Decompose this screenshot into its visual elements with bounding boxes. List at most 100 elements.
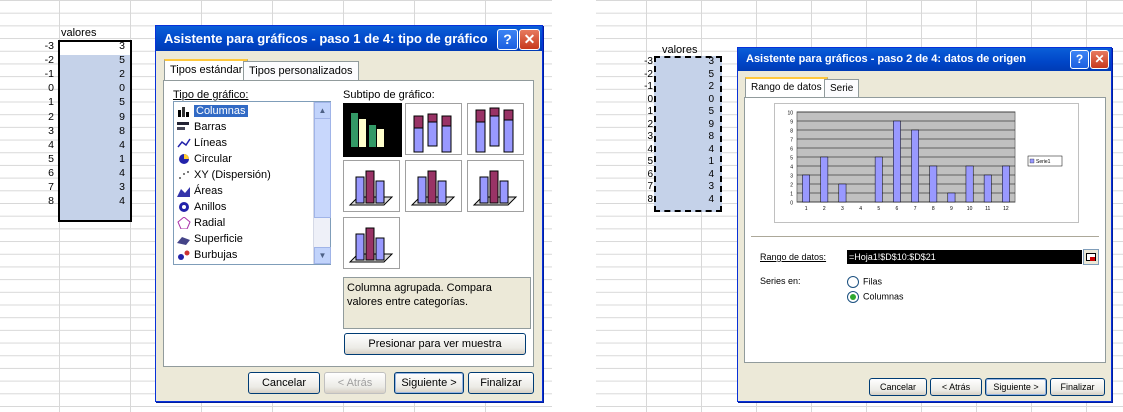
subtype-label: Subtipo de gráfico: (343, 89, 435, 101)
close-button[interactable]: ✕ (1090, 50, 1109, 69)
chart-type-item[interactable]: Barras (177, 120, 226, 135)
3d-column-icon[interactable] (343, 217, 400, 269)
cell-value[interactable]: 4 (684, 194, 714, 205)
tab-standard-types[interactable]: Tipos estándar (164, 59, 249, 81)
chart-type-label: Anillos (194, 201, 227, 213)
tab-data-range[interactable]: Rango de datos (745, 77, 828, 99)
cell-value[interactable]: 3 (684, 181, 714, 192)
pie-chart-icon (177, 153, 191, 165)
chart-type-item[interactable]: Líneas (177, 136, 227, 151)
tab-panel: Tipo de gráfico: Subtipo de gráfico: Col… (163, 80, 534, 367)
x-tick-label: 9 (950, 206, 953, 212)
bar (965, 165, 974, 203)
collapse-dialog-icon[interactable] (1083, 249, 1099, 265)
tab-custom-types[interactable]: Tipos personalizados (243, 61, 359, 80)
column-header-valores: valores (61, 27, 97, 39)
cancel-button[interactable]: Cancelar (869, 378, 927, 396)
subtype-description: Columna agrupada. Compara valores entre … (343, 277, 531, 329)
cell-value[interactable]: 4 (684, 169, 714, 180)
row-label: 1 (48, 96, 54, 109)
chart-type-item[interactable]: Superficie (177, 232, 243, 247)
cell-value[interactable]: 1 (95, 153, 125, 165)
cell-value[interactable]: 4 (95, 195, 125, 207)
y-tick-label: 7 (790, 138, 793, 144)
cell-value[interactable]: 3 (684, 56, 714, 67)
x-tick-label: 5 (877, 206, 880, 212)
chart-type-item[interactable]: XY (Dispersión) (177, 168, 271, 183)
doughnut-chart-icon (177, 201, 191, 213)
chart-type-item[interactable]: Áreas (177, 184, 223, 199)
chart-type-item[interactable]: Burbujas (177, 248, 237, 263)
cell-value[interactable]: 5 (684, 106, 714, 117)
cell-value[interactable]: 1 (684, 156, 714, 167)
chart-type-label: Superficie (194, 233, 243, 245)
tab-series[interactable]: Serie (824, 79, 860, 98)
preview-button[interactable]: Presionar para ver muestra (344, 333, 526, 355)
100-stacked-column-icon[interactable] (467, 103, 524, 155)
chart-type-item[interactable]: Anillos (177, 200, 226, 215)
range-label: Rango de datos: (760, 252, 827, 262)
y-tick-label: 8 (790, 129, 793, 135)
separator (552, 0, 596, 412)
cell-value[interactable]: 9 (684, 119, 714, 130)
radio-columns[interactable] (847, 291, 859, 303)
bar (820, 156, 829, 203)
chart-type-item[interactable]: Circular (177, 152, 232, 167)
scroll-thumb[interactable] (314, 118, 331, 218)
radio-rows[interactable] (847, 276, 859, 288)
option-rows-label: Filas (863, 276, 883, 287)
finish-button[interactable]: Finalizar (468, 372, 534, 394)
option-columns-label: Columnas (863, 291, 904, 302)
column-chart: 0123456789101 2 3 4 5 6 7 8 9 10 11 12Serie1 (787, 111, 1063, 212)
cell-value[interactable]: 5 (684, 69, 714, 80)
cell-value[interactable]: 4 (95, 167, 125, 179)
cell-value[interactable]: 4 (95, 139, 125, 151)
cell-value[interactable]: 2 (95, 68, 125, 80)
back-button[interactable]: < Atrás (930, 378, 982, 396)
scroll-up-icon[interactable]: ▲ (314, 102, 331, 119)
cell-value[interactable]: 5 (95, 96, 125, 108)
close-button[interactable]: ✕ (519, 29, 540, 50)
bar (1002, 165, 1010, 203)
3d-100-stacked-column-icon[interactable] (467, 160, 524, 212)
range-input[interactable]: =Hoja1!$D$10:$D$21 (847, 250, 1082, 264)
cell-value[interactable]: 2 (684, 81, 714, 92)
option-rows[interactable]: Filas (847, 276, 882, 288)
stacked-column-icon[interactable] (405, 103, 462, 155)
title-bar: Asistente para gráficos - paso 2 de 4: d… (738, 48, 1111, 71)
cell-value[interactable]: 8 (684, 131, 714, 142)
scroll-down-icon[interactable]: ▼ (314, 247, 331, 264)
bar (929, 165, 938, 203)
chart-wizard-step2: Asistente para gráficos - paso 2 de 4: d… (737, 47, 1112, 402)
chart-type-item[interactable]: Columnas (177, 104, 248, 119)
line-chart-icon (177, 137, 191, 149)
3d-stacked-column-icon[interactable] (405, 160, 462, 212)
finish-button[interactable]: Finalizar (1050, 378, 1105, 396)
cell-value[interactable]: 0 (684, 94, 714, 105)
row-label: 3 (48, 124, 54, 137)
chart-type-item[interactable]: Radial (177, 216, 225, 231)
next-button[interactable]: Siguiente > (985, 378, 1047, 396)
chart-type-label: Líneas (194, 137, 228, 149)
row-label: 2 (48, 110, 54, 123)
chart-type-list[interactable]: Columnas Barras Líneas Circular XY (Dispersi… (173, 101, 331, 265)
help-button[interactable]: ? (1070, 50, 1089, 69)
cell-value[interactable]: 3 (95, 40, 125, 52)
cell-value[interactable]: 3 (95, 181, 125, 193)
cell-value[interactable]: 9 (95, 111, 125, 123)
3d-clustered-column-icon[interactable] (343, 160, 400, 212)
surface-chart-icon (177, 233, 191, 246)
cell-value[interactable]: 5 (95, 54, 125, 66)
cell-value[interactable]: 8 (95, 125, 125, 137)
chart-type-label: Circular (194, 153, 232, 165)
back-button[interactable]: < Atrás (324, 372, 386, 394)
cell-value[interactable]: 0 (95, 82, 125, 94)
help-button[interactable]: ? (497, 29, 518, 50)
x-tick-label: 6 (896, 206, 899, 212)
next-button[interactable]: Siguiente > (394, 372, 464, 394)
cell-value[interactable]: 4 (684, 144, 714, 155)
cancel-button[interactable]: Cancelar (248, 372, 320, 394)
clustered-column-icon[interactable] (343, 103, 402, 157)
list-scrollbar[interactable]: ▲ ▼ (313, 102, 331, 264)
option-columns[interactable]: Columnas (847, 291, 904, 303)
